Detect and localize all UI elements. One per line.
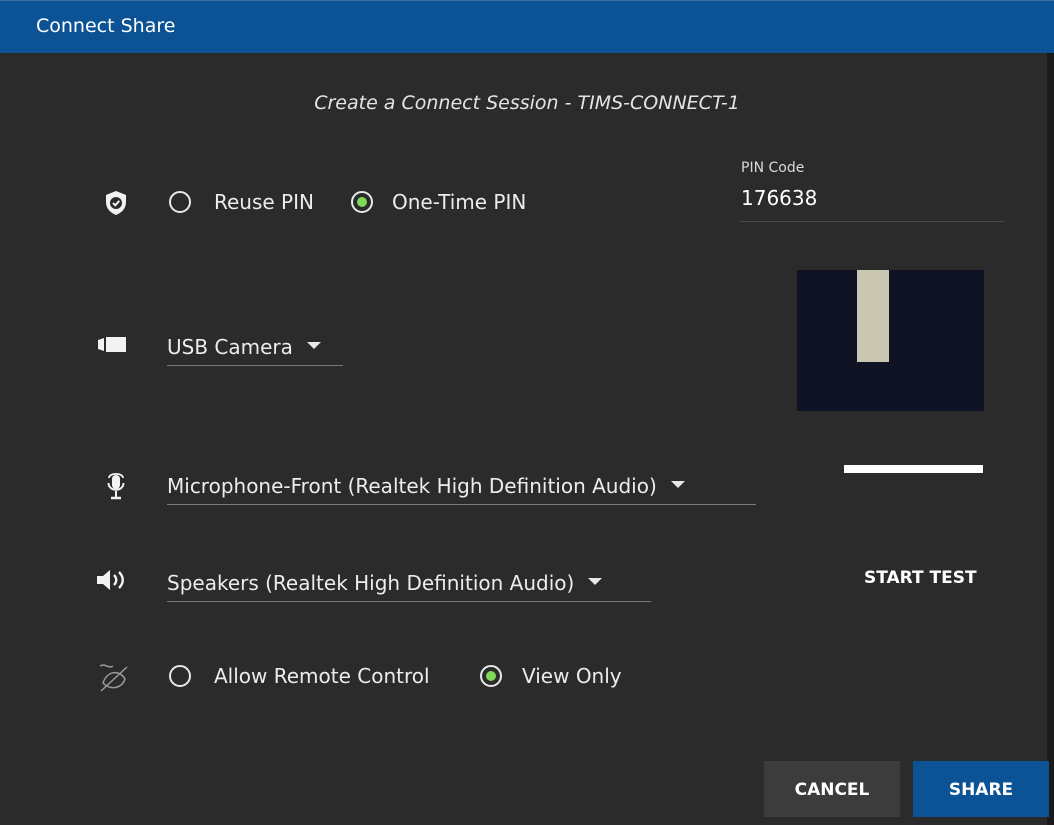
pin-code-value: 176638 (741, 186, 818, 210)
microphone-select[interactable]: Microphone-Front (Realtek High Definitio… (167, 474, 756, 505)
title-bar: Connect Share (0, 0, 1054, 53)
remote-control-disabled-icon (99, 664, 128, 692)
window-title: Connect Share (36, 15, 176, 37)
session-title: Create a Connect Session - TIMS-CONNECT-… (314, 92, 740, 114)
microphone-select-value: Microphone-Front (Realtek High Definitio… (167, 474, 657, 498)
speaker-icon (97, 570, 124, 590)
pin-code-underline (740, 221, 1004, 222)
reuse-pin-radio-circle[interactable] (169, 191, 191, 213)
share-button[interactable]: SHARE (913, 761, 1049, 817)
microphone-level-meter (844, 465, 983, 473)
one-time-pin-radio-circle[interactable] (351, 191, 373, 213)
allow-remote-control-label[interactable]: Allow Remote Control (214, 664, 430, 688)
cancel-button[interactable]: CANCEL (764, 761, 900, 817)
camera-select[interactable]: USB Camera (167, 335, 343, 366)
chevron-down-icon (306, 342, 321, 349)
speakers-select[interactable]: Speakers (Realtek High Definition Audio) (167, 571, 651, 602)
camera-icon (98, 337, 126, 352)
camera-select-value: USB Camera (167, 335, 293, 359)
speakers-select-value: Speakers (Realtek High Definition Audio) (167, 571, 575, 595)
chevron-down-icon (670, 481, 685, 488)
dialog-body (0, 53, 1047, 825)
camera-preview (797, 270, 984, 411)
microphone-icon (107, 472, 125, 500)
camera-preview-image (857, 270, 889, 362)
one-time-pin-label[interactable]: One-Time PIN (392, 190, 526, 214)
chevron-down-icon (588, 578, 603, 585)
allow-remote-control-radio-circle[interactable] (169, 665, 191, 687)
start-test-button[interactable]: START TEST (864, 568, 977, 588)
pin-code-label: PIN Code (741, 160, 805, 176)
reuse-pin-label[interactable]: Reuse PIN (214, 190, 314, 214)
shield-check-icon (106, 191, 126, 215)
view-only-label[interactable]: View Only (522, 664, 622, 688)
view-only-radio-circle[interactable] (480, 665, 502, 687)
window-edge (1047, 53, 1054, 825)
